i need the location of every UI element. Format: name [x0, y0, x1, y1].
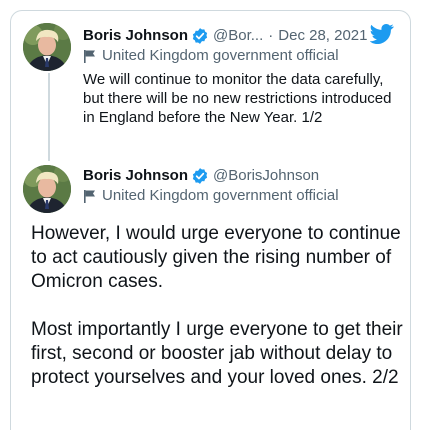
tweet1-label-row: United Kingdom government official — [83, 46, 339, 66]
tweet-thread-card: Boris Johnson @Bor... · Dec 28, 2021 Uni… — [10, 10, 411, 430]
tweet2-label-row: United Kingdom government official — [83, 186, 339, 206]
separator-dot: · — [268, 27, 274, 44]
author-name[interactable]: Boris Johnson — [83, 26, 188, 46]
government-flag-icon — [84, 190, 95, 203]
thread-connector-line — [48, 73, 50, 161]
tweet1-text: We will continue to monitor the data car… — [83, 71, 392, 126]
tweet2-paragraph: Most importantly I urge everyone to get … — [31, 319, 403, 388]
tweet1-header: Boris Johnson @Bor... · Dec 28, 2021 — [83, 26, 368, 46]
avatar-image — [23, 165, 71, 213]
avatar[interactable] — [23, 165, 71, 213]
government-label: United Kingdom government official — [102, 47, 339, 64]
avatar-image — [23, 23, 71, 71]
author-handle[interactable]: @Bor... — [213, 26, 263, 46]
verified-badge-icon — [192, 168, 208, 184]
verified-badge-icon — [192, 28, 208, 44]
government-label: United Kingdom government official — [102, 187, 339, 204]
author-handle[interactable]: @BorisJohnson — [213, 166, 319, 186]
government-flag-icon — [84, 50, 95, 63]
author-name[interactable]: Boris Johnson — [83, 166, 188, 186]
tweet2-header: Boris Johnson @BorisJohnson — [83, 166, 319, 186]
tweet2-paragraph: However, I would urge everyone to contin… — [31, 223, 401, 292]
tweet2-text: However, I would urge everyone to contin… — [31, 222, 403, 390]
tweet-date[interactable]: Dec 28, 2021 — [278, 26, 367, 46]
avatar[interactable] — [23, 23, 71, 71]
twitter-bird-icon[interactable] — [370, 23, 394, 45]
